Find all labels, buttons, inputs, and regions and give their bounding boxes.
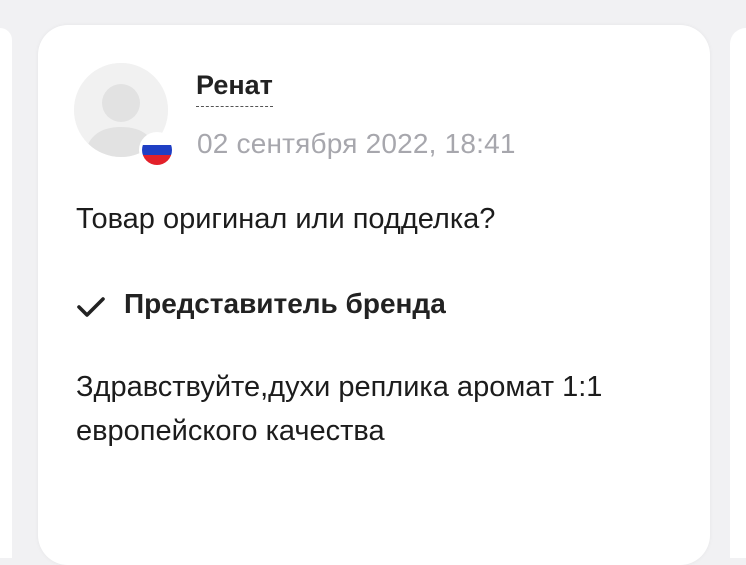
adjacent-card-left [0,28,12,558]
russia-flag-icon [139,132,175,168]
comment-card: Ренат 02 сентября 2022, 18:41 Товар ориг… [38,25,710,565]
adjacent-card-right [730,28,746,558]
brand-representative-label: Представитель бренда [124,288,446,319]
author-name-link[interactable]: Ренат [196,69,273,107]
brand-reply-text: Здравствуйте,духи реплика аромат 1:1 евр… [76,371,603,447]
checkmark-icon [77,297,105,317]
brand-reply-header: Представитель бренда [76,287,446,321]
comment-date: 02 сентября 2022, 18:41 [197,128,516,159]
question-text: Товар оригинал или подделка? [76,203,496,235]
